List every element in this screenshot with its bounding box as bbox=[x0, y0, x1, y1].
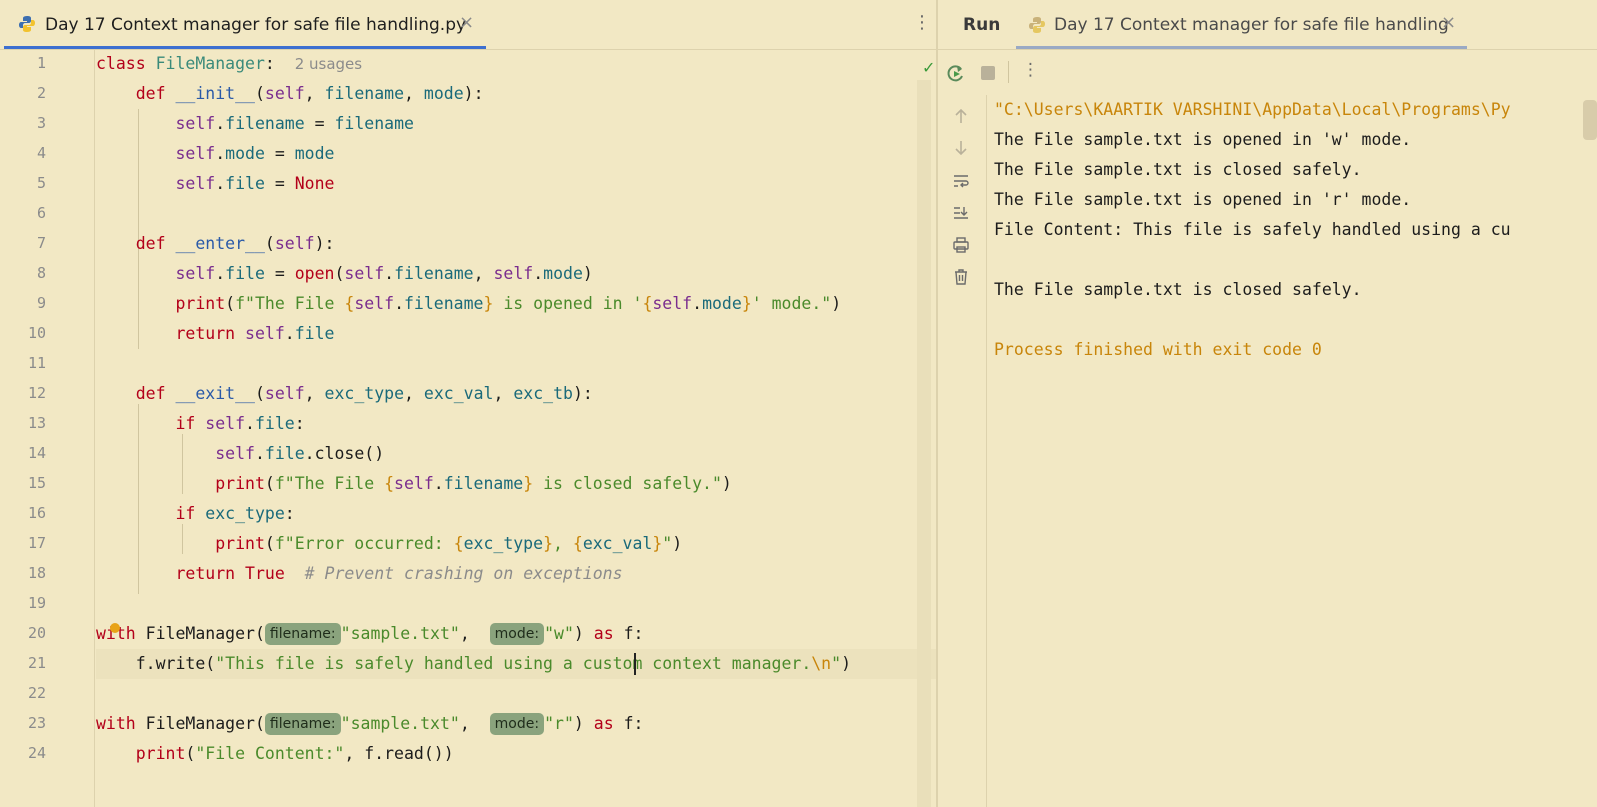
line-number: 23 bbox=[27, 714, 46, 732]
line-number: 4 bbox=[36, 144, 46, 162]
line-number: 20 bbox=[27, 624, 46, 642]
console-line: The File sample.txt is opened in 'w' mod… bbox=[994, 130, 1412, 149]
console-line: The File sample.txt is closed safely. bbox=[994, 280, 1362, 299]
line-number: 19 bbox=[27, 594, 46, 612]
line-number: 12 bbox=[27, 384, 46, 402]
code-line: with FileManager(filename: "sample.txt", … bbox=[96, 623, 644, 645]
right-panel-handle[interactable] bbox=[1583, 100, 1597, 140]
code-line: def __exit__(self, exc_type, exc_val, ex… bbox=[135, 384, 593, 403]
more-options-icon[interactable]: ⋮ bbox=[1022, 60, 1039, 80]
line-number: 7 bbox=[36, 234, 46, 252]
editor-pane: Day 17 Context manager for safe file han… bbox=[0, 0, 936, 807]
run-tool-window: Run Day 17 Context manager for safe file… bbox=[938, 0, 1597, 807]
parameter-hint: filename: bbox=[264, 623, 341, 645]
line-number: 11 bbox=[27, 354, 46, 372]
line-number: 22 bbox=[27, 684, 46, 702]
line-number: 21 bbox=[27, 654, 46, 672]
console-line: Process finished with exit code 0 bbox=[994, 340, 1322, 359]
line-number: 2 bbox=[36, 84, 46, 102]
code-line: print(f"The File {self.filename} is open… bbox=[175, 294, 842, 313]
parameter-hint: mode: bbox=[489, 713, 545, 735]
toolbar-separator bbox=[1008, 61, 1009, 83]
run-config-tab[interactable]: Day 17 Context manager for safe file han… bbox=[1016, 0, 1467, 49]
console-output[interactable]: "C:\Users\KAARTIK VARSHINI\AppData\Local… bbox=[994, 95, 1594, 807]
run-tab-bar: Run Day 17 Context manager for safe file… bbox=[938, 0, 1597, 50]
code-line: if exc_type: bbox=[175, 504, 295, 523]
text-caret bbox=[634, 653, 636, 675]
rerun-icon[interactable] bbox=[946, 63, 966, 83]
python-file-icon bbox=[19, 16, 35, 32]
code-line: print(f"The File {self.filename} is clos… bbox=[215, 474, 732, 493]
arrow-up-icon[interactable] bbox=[952, 107, 970, 125]
run-title: Run bbox=[963, 15, 1001, 35]
line-number: 6 bbox=[36, 204, 46, 222]
line-number: 5 bbox=[36, 174, 46, 192]
code-line: self.file = open(self.filename, self.mod… bbox=[175, 264, 593, 283]
line-number: 10 bbox=[27, 324, 46, 342]
code-line: return self.file bbox=[175, 324, 335, 343]
code-line: def __init__(self, filename, mode): bbox=[135, 84, 484, 103]
code-line: self.file = None bbox=[175, 174, 335, 193]
code-line: print("File Content:", f.read()) bbox=[135, 744, 454, 763]
code-line: return True # Prevent crashing on except… bbox=[175, 564, 623, 583]
line-number: 15 bbox=[27, 474, 46, 492]
code-area[interactable]: class FileManager: 2 usages def __init__… bbox=[96, 49, 936, 807]
arrow-down-icon[interactable] bbox=[952, 139, 970, 157]
console-line: The File sample.txt is opened in 'r' mod… bbox=[994, 190, 1412, 209]
run-toolbar: ⋮ bbox=[938, 49, 1597, 95]
scroll-to-end-icon[interactable] bbox=[952, 204, 970, 222]
console-line: The File sample.txt is closed safely. bbox=[994, 160, 1362, 179]
python-run-icon bbox=[1029, 17, 1045, 33]
parameter-hint: filename: bbox=[264, 713, 341, 735]
usages-hint[interactable]: 2 usages bbox=[295, 55, 362, 73]
run-tab-label: Day 17 Context manager for safe file han… bbox=[1054, 15, 1449, 35]
soft-wrap-icon[interactable] bbox=[952, 172, 970, 190]
more-options-icon[interactable]: ⋮ bbox=[913, 12, 931, 33]
line-number: 24 bbox=[27, 744, 46, 762]
intention-bulb-icon[interactable] bbox=[110, 623, 120, 633]
line-number: 13 bbox=[27, 414, 46, 432]
line-number: 9 bbox=[36, 294, 46, 312]
console-line: "C:\Users\KAARTIK VARSHINI\AppData\Local… bbox=[994, 100, 1511, 119]
print-icon[interactable] bbox=[952, 236, 970, 254]
code-line: if self.file: bbox=[175, 414, 305, 433]
parameter-hint: mode: bbox=[489, 623, 545, 645]
code-line: self.file.close() bbox=[215, 444, 385, 463]
code-line: self.mode = mode bbox=[175, 144, 335, 163]
code-line: print(f"Error occurred: {exc_type}, {exc… bbox=[215, 534, 683, 553]
line-number: 17 bbox=[27, 534, 46, 552]
code-line: self.filename = filename bbox=[175, 114, 414, 133]
close-icon[interactable]: × bbox=[1441, 12, 1456, 33]
console-side-toolbar bbox=[938, 95, 987, 807]
line-number: 3 bbox=[36, 114, 46, 132]
console-line: File Content: This file is safely handle… bbox=[994, 220, 1511, 239]
code-line: with FileManager(filename: "sample.txt", … bbox=[96, 713, 644, 735]
editor-scrollbar[interactable] bbox=[917, 80, 931, 807]
code-line: def __enter__(self): bbox=[135, 234, 335, 253]
no-problems-check-icon[interactable]: ✓ bbox=[922, 58, 935, 77]
code-line: class FileManager: 2 usages bbox=[96, 54, 363, 73]
trash-icon[interactable] bbox=[952, 268, 970, 286]
line-number: 1 bbox=[36, 54, 46, 72]
close-icon[interactable]: × bbox=[459, 12, 474, 33]
line-number: 8 bbox=[36, 264, 46, 282]
editor-tab-bar: Day 17 Context manager for safe file han… bbox=[0, 0, 936, 50]
line-number-gutter: 1 2 3 4 5 6 7 8 9 10 11 12 13 14 15 16 1… bbox=[0, 49, 95, 807]
editor-tab-label: Day 17 Context manager for safe file han… bbox=[45, 15, 467, 35]
code-line: f.write("This file is safely handled usi… bbox=[96, 654, 851, 673]
line-number: 16 bbox=[27, 504, 46, 522]
editor-tab[interactable]: Day 17 Context manager for safe file han… bbox=[4, 0, 486, 49]
stop-icon[interactable] bbox=[979, 64, 997, 82]
line-number: 14 bbox=[27, 444, 46, 462]
line-number: 18 bbox=[27, 564, 46, 582]
